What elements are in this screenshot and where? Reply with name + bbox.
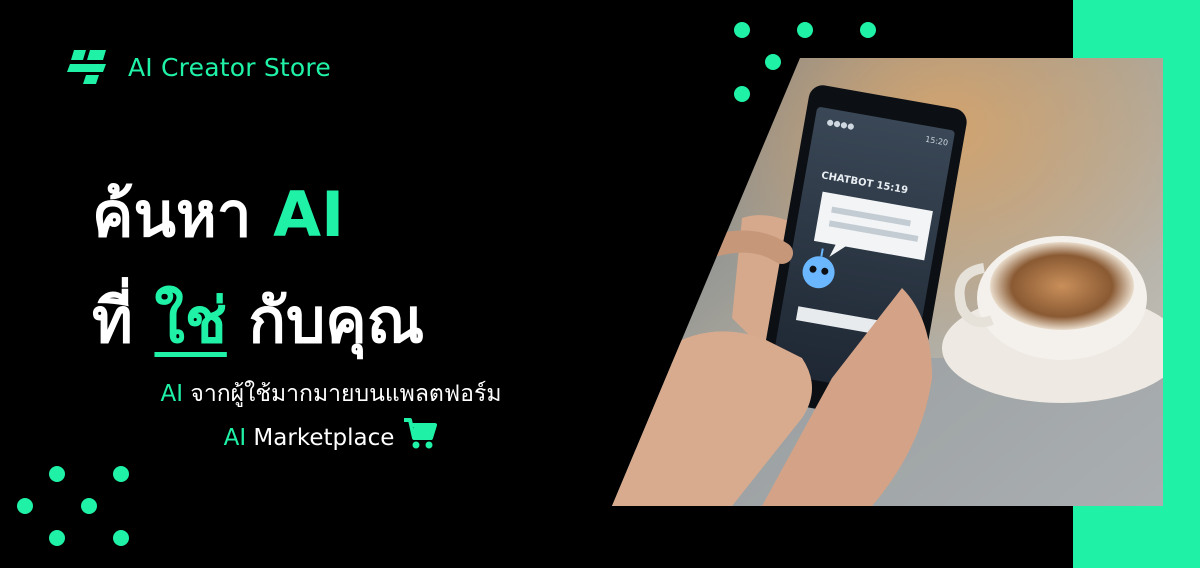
headline-text: กับคุณ — [226, 284, 425, 357]
headline-highlight: AI — [273, 178, 345, 251]
brand-logo-icon — [67, 50, 106, 84]
chatbot-phone-photo: ●●●● 15:20 CHATBOT 15:19 OK — [612, 58, 1163, 506]
subtitle-text: Marketplace — [246, 425, 395, 451]
shopping-cart-icon — [404, 418, 438, 449]
subtitle-highlight: AI — [223, 425, 247, 451]
brand-name: AI Creator Store — [128, 52, 331, 82]
headline-line-2: ที่ ใช่ กับคุณ — [92, 268, 424, 374]
brand-logo[interactable]: AI Creator Store — [66, 48, 331, 86]
headline: ค้นหา AI ที่ ใช่ กับคุณ — [92, 162, 424, 374]
headline-text: ที่ — [92, 284, 155, 357]
subtitle-line-1: AI จากผู้ใช้มากมายบนแพลตฟอร์ม — [92, 372, 570, 416]
headline-text: ค้นหา — [92, 178, 274, 251]
headline-line-1: ค้นหา AI — [92, 162, 424, 268]
subtitle-highlight: AI — [160, 381, 184, 407]
subtitle-line-2: AI Marketplace — [92, 416, 570, 460]
headline-highlight-underlined: ใช่ — [154, 284, 227, 357]
subtitle-text: จากผู้ใช้มากมายบนแพลตฟอร์ม — [183, 381, 502, 407]
subtitle: AI จากผู้ใช้มากมายบนแพลตฟอร์ม AI Marketp… — [92, 372, 570, 460]
